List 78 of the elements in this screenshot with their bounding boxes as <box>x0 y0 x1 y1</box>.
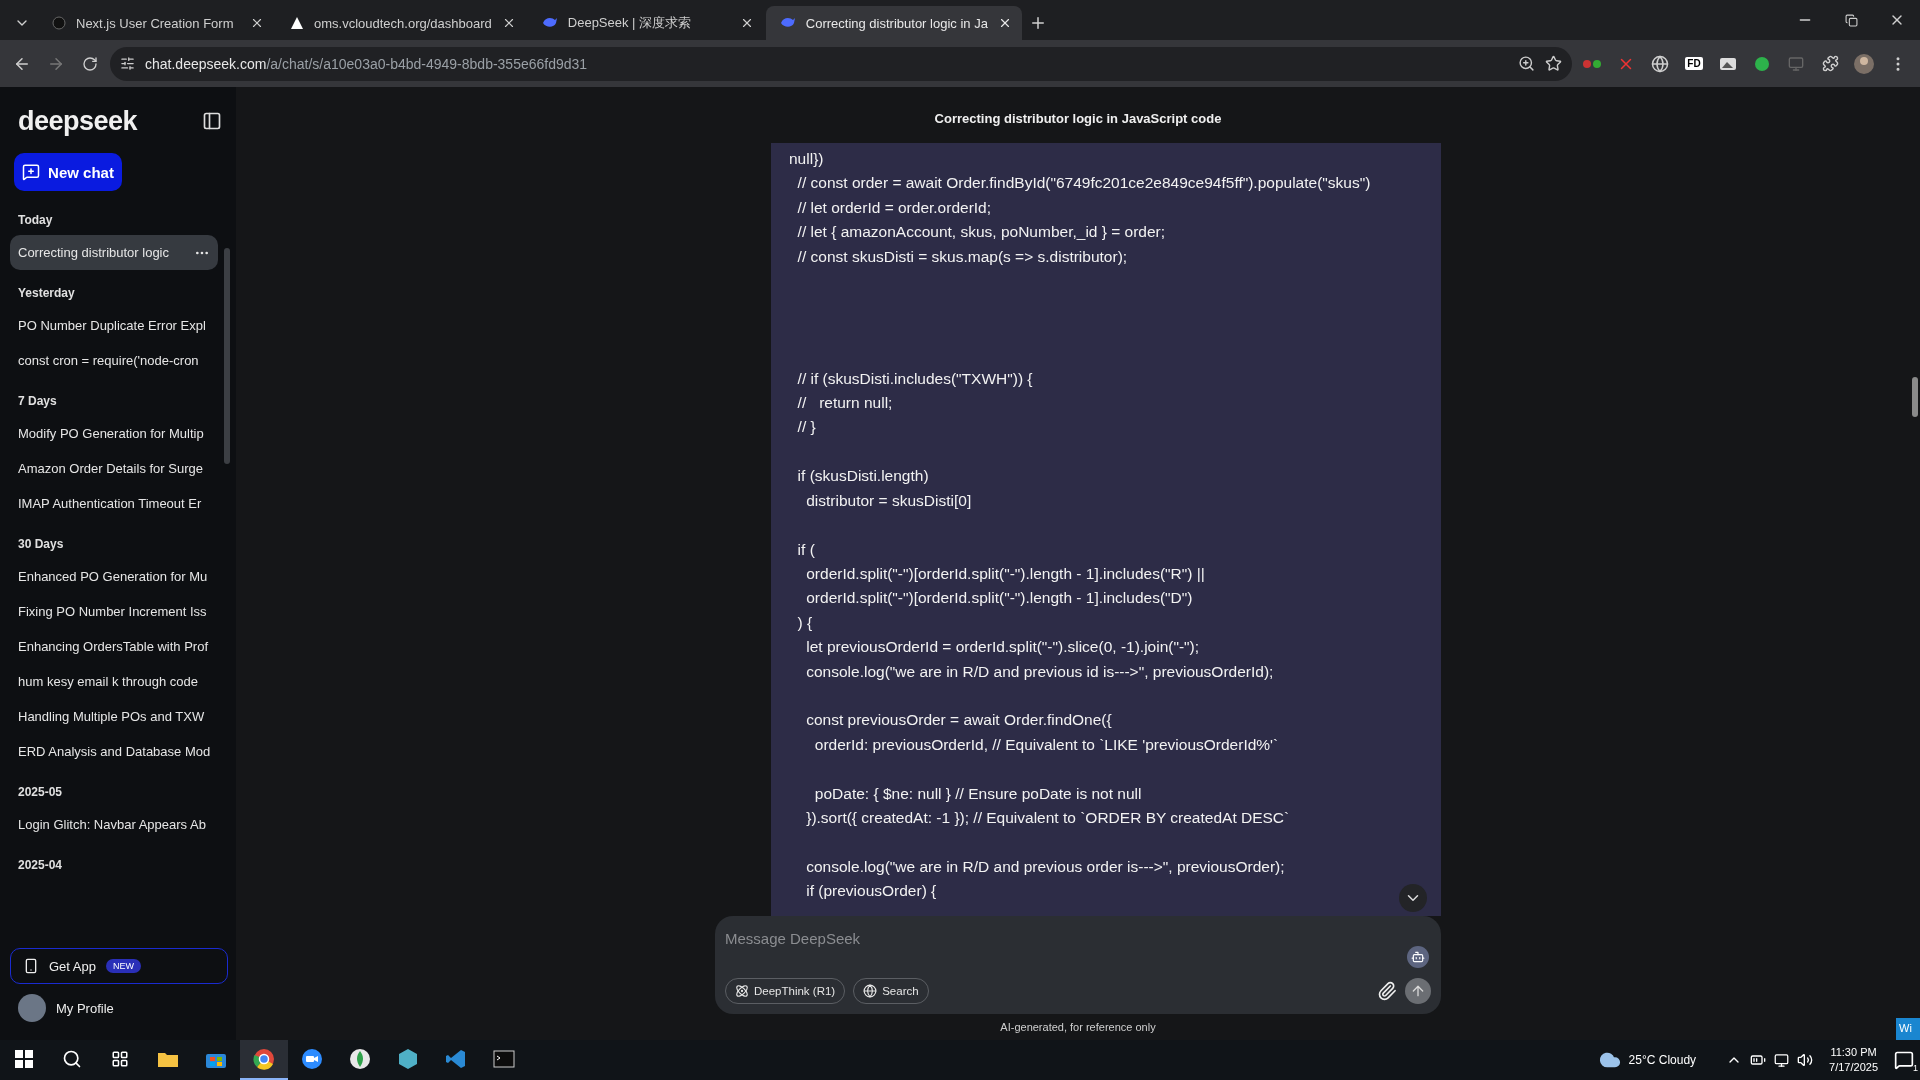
message-input[interactable]: Message DeepSeek <box>725 926 1431 950</box>
extension-icon[interactable] <box>1719 56 1737 71</box>
video-app-icon <box>301 1048 323 1070</box>
chat-title: Correcting distributor logic in JavaScript code <box>934 109 1222 128</box>
sidebar-toggle-icon[interactable] <box>202 111 222 131</box>
url-text: chat.deepseek.com/a/chat/s/a10e03a0-b4bd-4949-8bdb-355e66fd9d31 <box>145 55 588 72</box>
network-icon[interactable] <box>1774 1052 1790 1068</box>
chat-history-item[interactable]: Login Glitch: Navbar Appears Ab <box>10 807 218 842</box>
logo: deepseek <box>18 105 138 137</box>
windows-start-icon[interactable] <box>15 1050 33 1068</box>
chat-history-item[interactable]: const cron = require('node-cron <box>10 343 218 378</box>
scrollbar[interactable] <box>224 248 230 464</box>
group-label: 2025-04 <box>17 858 64 872</box>
browser-tab[interactable]: Correcting distributor logic in Ja <box>765 6 1022 40</box>
whale-icon <box>779 16 796 30</box>
chat-history-item[interactable]: Amazon Order Details for Surge <box>10 451 218 486</box>
avatar-icon[interactable] <box>1853 52 1875 75</box>
chat-history-item[interactable]: Enhancing OrdersTable with Prof <box>10 629 218 664</box>
extension-icon[interactable] <box>1754 55 1770 72</box>
site-icon <box>52 16 66 30</box>
battery-icon[interactable] <box>1750 1052 1767 1068</box>
code-text: null}) // const order = await Order.findById("6749fc201ce2e849ce94f5ff").populate("skus") // let orderId = order.orderId; // let { amazonAccount, skus, poNumber,_id } = order; // const skusDisti = skus.map(s => s.distributor); // if (skusDisti.includes("TXWH")) { // return null; // } if (skusDisti.length) distributor = skusDisti[0] if ( orderId.split("-")[orderId.split("-").length - 1].includes("R") || orderId.split("-")[orderId.split("-").length - 1].includes("D") ) { let previousOrderId = orderId.split("-").slice(0, -1).join("-"); console.log("we are in R/D and previous id is--->", previousOrderId); const previousOrder = await Order.findOne({ orderId: previousOrderId, // Equivalent to `LIKE 'previousOrderId%'` poDate: { $ne: null } // Ensure poDate is not null }).sort({ createdAt: -1 }); // Equivalent to `ORDER BY createdAt DESC` console.log("we are in R/D and previous order is--->", previousOrder); if (previousOrder) { <box>789 149 1371 902</box>
group-label: 30 Days <box>17 537 65 551</box>
attach-icon[interactable] <box>1377 981 1397 1001</box>
bookmark-star-icon[interactable] <box>1545 55 1562 72</box>
globe-icon[interactable] <box>1651 54 1669 73</box>
chat-history-item[interactable]: IMAP Authentication Timeout Er <box>10 486 218 521</box>
task-view-icon[interactable] <box>111 1050 129 1068</box>
chat-history-item[interactable]: Correcting distributor logic <box>10 235 218 270</box>
globe-icon <box>863 984 878 998</box>
send-button[interactable] <box>1405 978 1431 1004</box>
weather-text[interactable]: 25°C Cloudy <box>1628 1053 1697 1067</box>
address-bar[interactable]: chat.deepseek.com/a/chat/s/a10e03a0-b4bd-4949-8bdb-355e66fd9d31 <box>110 46 1572 81</box>
code-editor-icon <box>445 1048 467 1070</box>
group-label: 7 Days <box>17 394 58 408</box>
close-icon[interactable] <box>250 16 264 30</box>
browser-tab[interactable]: oms.vcloudtech.org/dashboard <box>276 6 526 40</box>
avatar-icon <box>18 994 46 1022</box>
browser-icon <box>253 1048 275 1070</box>
browser-tab[interactable]: Next.js User Creation Form <box>38 6 274 40</box>
chat-history-item[interactable]: ERD Analysis and Database Mod <box>10 734 218 769</box>
get-app-button[interactable]: Get App NEW <box>10 948 228 984</box>
chat-history-item[interactable]: Enhanced PO Generation for Mu <box>10 559 218 594</box>
chat-history-item[interactable]: Fixing PO Number Increment Iss <box>10 594 218 629</box>
extensions-icon[interactable] <box>1821 55 1839 72</box>
new-badge: NEW <box>106 959 141 973</box>
group-label: 2025-05 <box>17 785 64 799</box>
hexagon-icon <box>397 1048 419 1070</box>
popup-tab[interactable]: Wi <box>1896 1018 1920 1040</box>
chat-history-item[interactable]: PO Number Duplicate Error Expl <box>10 308 218 343</box>
folder-icon <box>157 1050 179 1068</box>
whale-icon <box>541 16 558 30</box>
zoom-icon[interactable] <box>1518 55 1535 72</box>
group-label: Yesterday <box>17 286 76 300</box>
terminal-icon <box>493 1050 515 1068</box>
chat-history-item[interactable]: Handling Multiple POs and TXW <box>10 699 218 734</box>
new-chat-button[interactable]: New chat <box>14 153 122 191</box>
chat-history-item[interactable]: hum kesy email k through code <box>10 664 218 699</box>
new-chat-icon <box>22 163 41 181</box>
phone-icon <box>23 958 39 974</box>
volume-icon[interactable] <box>1797 1052 1814 1068</box>
atom-icon <box>735 984 749 998</box>
taskbar-app[interactable] <box>240 1040 288 1080</box>
search-icon[interactable] <box>62 1049 82 1069</box>
leaf-icon <box>349 1048 371 1070</box>
scrollbar[interactable] <box>1912 377 1918 417</box>
restore-icon[interactable] <box>1844 13 1858 27</box>
profile-button[interactable]: My Profile <box>10 984 228 1032</box>
chat-history-item[interactable]: Modify PO Generation for Multip <box>10 416 218 451</box>
browser-tab[interactable]: DeepSeek | 深度求索 <box>527 6 764 40</box>
disclaimer-text: AI-generated, for reference only <box>1000 1020 1156 1035</box>
extension-badge[interactable]: FD <box>1685 57 1703 70</box>
group-label: Today <box>17 213 54 227</box>
bot-icon[interactable] <box>1407 946 1429 968</box>
clock[interactable]: 11:30 PM 7/17/2025 <box>1829 1045 1878 1075</box>
reload-icon[interactable] <box>82 55 98 72</box>
triangle-icon <box>290 16 304 30</box>
site-settings-icon[interactable] <box>120 56 135 71</box>
